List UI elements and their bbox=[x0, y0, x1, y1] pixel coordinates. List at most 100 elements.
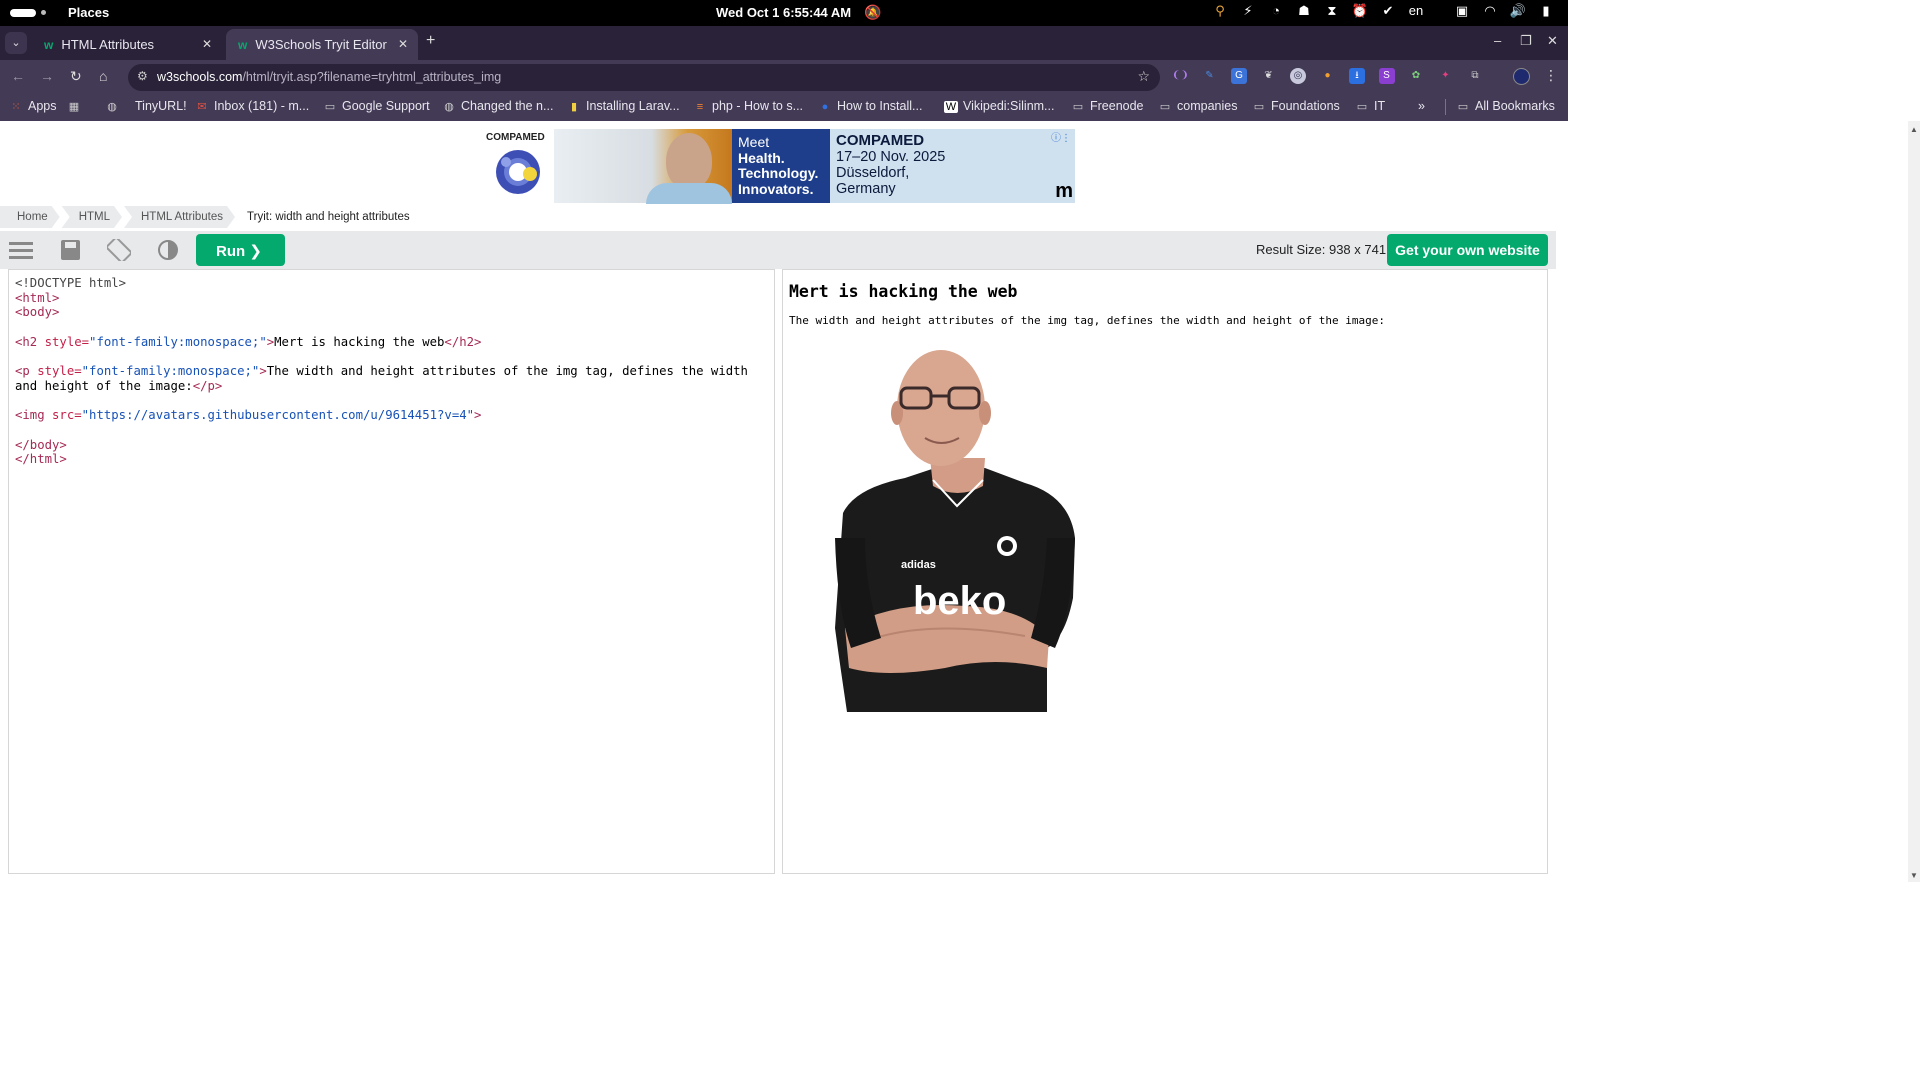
tab-title: W3Schools Tryit Editor bbox=[255, 37, 387, 52]
result-paragraph: The width and height attributes of the i… bbox=[789, 314, 1386, 327]
bookmark-globe[interactable]: ◍ bbox=[105, 99, 124, 113]
reload-icon[interactable]: ↻ bbox=[70, 68, 82, 85]
forward-icon[interactable]: → bbox=[40, 68, 54, 84]
extension-s-icon[interactable]: S bbox=[1378, 68, 1395, 84]
advertisement-banner[interactable]: COMPAMED Meet Health. Technology. Innova… bbox=[486, 128, 1075, 204]
workspace-indicator[interactable] bbox=[10, 9, 36, 17]
extension-bottle-icon[interactable]: ● bbox=[1320, 68, 1336, 84]
extension-feather-icon[interactable]: ✎ bbox=[1202, 68, 1218, 84]
more-bookmarks-icon[interactable]: » bbox=[1418, 99, 1425, 113]
new-tab-icon[interactable]: + bbox=[426, 32, 435, 50]
extension-colors-icon[interactable]: ✦ bbox=[1438, 68, 1454, 84]
ad-photo bbox=[554, 129, 732, 204]
bookmark-it[interactable]: ▭ IT bbox=[1355, 99, 1385, 113]
code-line: <html> bbox=[15, 290, 60, 305]
notifications-off-icon[interactable]: 🔕 bbox=[864, 4, 881, 21]
breadcrumb-home[interactable]: Home bbox=[0, 206, 60, 228]
bookmark-all-bookmarks[interactable]: ▭ All Bookmarks bbox=[1456, 99, 1555, 113]
ad-photo-shirt bbox=[646, 183, 732, 204]
breadcrumb-html[interactable]: HTML bbox=[62, 206, 122, 228]
extension-wheel-icon[interactable]: ✿ bbox=[1408, 68, 1424, 84]
url-text[interactable]: w3schools.com/html/tryit.asp?filename=tr… bbox=[157, 70, 501, 84]
check-icon[interactable]: ✔ bbox=[1376, 3, 1400, 19]
bookmark-companies[interactable]: ▭ companies bbox=[1158, 99, 1238, 113]
extension-bird-icon[interactable]: ❦ bbox=[1261, 68, 1277, 84]
save-icon[interactable] bbox=[59, 239, 83, 261]
bolt-icon[interactable]: ⚡ bbox=[1236, 3, 1260, 19]
window-close-icon[interactable]: ✕ bbox=[1547, 33, 1558, 49]
run-button[interactable]: Run ❯ bbox=[196, 234, 285, 266]
rotate-orientation-icon[interactable] bbox=[107, 239, 131, 261]
close-tab-icon[interactable]: ✕ bbox=[398, 37, 408, 51]
bookmark-changed[interactable]: ◍ Changed the n... bbox=[442, 99, 553, 113]
bookmark-how-to-install[interactable]: ● How to Install... bbox=[818, 99, 923, 113]
apps-grid-icon: ⁙ bbox=[11, 101, 21, 113]
stack-icon: ≡ bbox=[696, 101, 704, 113]
scroll-down-icon[interactable]: ▼ bbox=[1910, 871, 1918, 880]
alarm-icon[interactable]: ⏰ bbox=[1348, 3, 1372, 19]
extension-download-icon[interactable]: ⭳ bbox=[1349, 68, 1365, 84]
w3schools-favicon-icon: w bbox=[44, 37, 54, 52]
workspace-dot[interactable] bbox=[41, 10, 46, 15]
extension-brackets-icon[interactable]: ❨❩ bbox=[1172, 68, 1189, 84]
hourglass-icon[interactable]: ⧗ bbox=[1320, 3, 1344, 19]
close-tab-icon[interactable]: ✕ bbox=[202, 37, 212, 51]
breadcrumb-html-attributes[interactable]: HTML Attributes bbox=[124, 206, 235, 228]
address-bar[interactable]: ⚙ w3schools.com/html/tryit.asp?filename=… bbox=[128, 64, 1160, 91]
screen-icon[interactable]: ▣ bbox=[1450, 3, 1474, 19]
code-content[interactable]: <!DOCTYPE html> <html> <body> <h2 style=… bbox=[15, 276, 748, 467]
ad-info: COMPAMED 17–20 Nov. 2025 Düsseldorf, Ger… bbox=[830, 129, 1075, 203]
clock[interactable]: Wed Oct 1 6:55:44 AM bbox=[716, 5, 851, 20]
breadcrumb: Home HTML HTML Attributes Tryit: width a… bbox=[0, 206, 424, 228]
ad-country: Germany bbox=[836, 181, 896, 197]
language-indicator[interactable]: en bbox=[1404, 3, 1428, 19]
scroll-up-icon[interactable]: ▲ bbox=[1910, 125, 1918, 134]
bookmark-php[interactable]: ≡ php - How to s... bbox=[693, 99, 803, 113]
extensions-area: ❨❩ ✎ G ❦ ◎ ● ⭳ S ✿ ✦ ⧉ bbox=[1172, 68, 1497, 84]
code-attr: src= bbox=[44, 408, 82, 423]
profile-avatar[interactable] bbox=[1513, 68, 1530, 85]
timer-icon[interactable]: ◔ bbox=[1264, 3, 1288, 19]
wifi-icon[interactable]: ◠ bbox=[1478, 3, 1502, 19]
breadcrumb-current: Tryit: width and height attributes bbox=[247, 211, 410, 223]
code-attr: style= bbox=[29, 364, 82, 379]
bookmark-inbox[interactable]: ✉ Inbox (181) - m... bbox=[195, 99, 309, 113]
bookmark-star-icon[interactable]: ☆ bbox=[1137, 68, 1150, 85]
places-menu[interactable]: Places bbox=[68, 5, 109, 20]
bookmark-vikipedi[interactable]: W Vikipedi:Silinm... bbox=[944, 99, 1054, 113]
bookmark-tinyurl[interactable]: TinyURL! bbox=[135, 99, 187, 113]
bookmark-foundations[interactable]: ▭ Foundations bbox=[1252, 99, 1340, 113]
site-settings-icon[interactable]: ⚙ bbox=[137, 69, 148, 83]
bookmark-google-support[interactable]: ▭ Google Support bbox=[323, 99, 430, 113]
ad-tagline: Meet Health. Technology. Innovators. bbox=[732, 129, 830, 203]
bookmark-grid[interactable]: ▦ bbox=[67, 99, 86, 113]
extension-circle-icon[interactable]: ◎ bbox=[1290, 68, 1306, 84]
code-tag: > bbox=[474, 408, 482, 423]
ad-choices-icon[interactable]: ⓘ⋮ bbox=[1051, 131, 1071, 147]
result-size-label: Result Size: 938 x 741 bbox=[1256, 242, 1387, 257]
browser-menu-icon[interactable]: ⋮ bbox=[1544, 67, 1558, 84]
tab-html-attributes[interactable]: w HTML Attributes ✕ bbox=[32, 29, 222, 60]
extension-translate-icon[interactable]: G bbox=[1231, 68, 1247, 84]
extensions-puzzle-icon[interactable]: ⧉ bbox=[1467, 68, 1483, 84]
menu-icon[interactable] bbox=[9, 239, 33, 261]
bookmark-apps[interactable]: ⁙ Apps bbox=[9, 99, 56, 113]
code-value: "https://avatars.githubusercontent.com/u… bbox=[81, 408, 475, 423]
search-icon[interactable]: ⚲ bbox=[1208, 3, 1232, 19]
tab-search-chevron-icon[interactable]: ⌄ bbox=[5, 32, 27, 54]
page-scrollbar[interactable]: ▲ ▼ bbox=[1908, 121, 1920, 882]
code-editor[interactable]: <!DOCTYPE html> <html> <body> <h2 style=… bbox=[8, 269, 775, 874]
maximize-icon[interactable]: ❐ bbox=[1520, 33, 1532, 49]
dark-mode-icon[interactable] bbox=[156, 239, 180, 261]
bookmark-freenode[interactable]: ▭ Freenode bbox=[1071, 99, 1144, 113]
home-icon[interactable]: ⌂ bbox=[99, 68, 107, 84]
get-your-own-website-button[interactable]: Get your own website bbox=[1387, 234, 1548, 266]
bookmark-laravel[interactable]: ▮ Installing Larav... bbox=[567, 99, 680, 113]
tab-tryit-editor[interactable]: w W3Schools Tryit Editor ✕ bbox=[226, 29, 418, 60]
ghost-icon[interactable]: ☗ bbox=[1292, 3, 1316, 19]
result-frame[interactable]: Mert is hacking the web The width and he… bbox=[782, 269, 1548, 874]
minimize-icon[interactable]: – bbox=[1494, 33, 1501, 48]
back-icon[interactable]: ← bbox=[11, 68, 25, 84]
battery-icon[interactable]: ▮ bbox=[1534, 3, 1558, 19]
volume-icon[interactable]: 🔊 bbox=[1506, 3, 1530, 19]
